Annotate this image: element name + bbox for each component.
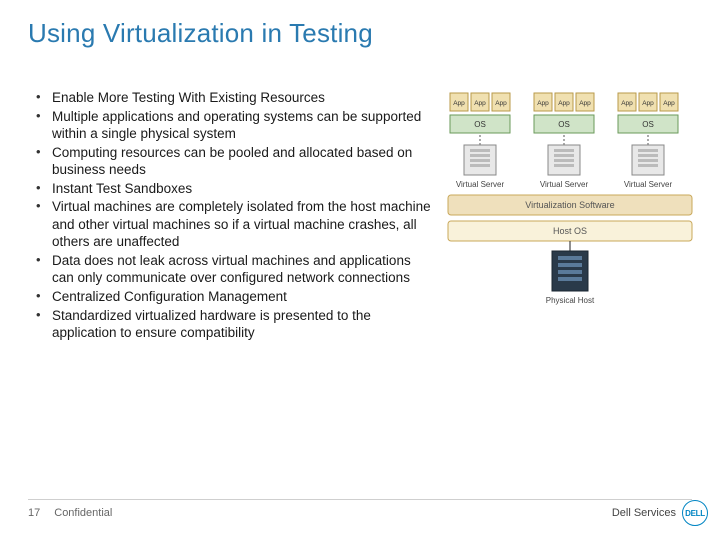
virtualization-software-label: Virtualization Software [525,200,614,210]
os-label: OS [558,120,570,129]
bullet-item: Enable More Testing With Existing Resour… [34,89,436,107]
app-label: App [453,100,465,107]
virtual-server-label: Virtual Server [540,180,589,189]
os-label: OS [474,120,486,129]
app-label: App [579,100,591,107]
os-label: OS [642,120,654,129]
app-label: App [474,100,486,107]
physical-host-icon [552,251,588,291]
host-os-label: Host OS [553,226,587,236]
slide-title: Using Virtualization in Testing [28,18,692,49]
bullet-item: Instant Test Sandboxes [34,180,436,198]
physical-host-label: Physical Host [546,296,595,305]
confidential-label: Confidential [54,507,112,519]
app-label: App [621,100,633,107]
bullet-item: Multiple applications and operating syst… [34,108,436,143]
brand-text: Dell Services [612,507,676,519]
content-area: Enable More Testing With Existing Resour… [28,89,692,343]
server-icon [464,145,496,175]
virtualization-diagram: OS App App App OS App [444,89,696,319]
bullet-item: Standardized virtualized hardware is pre… [34,307,436,342]
virtual-server-label: Virtual Server [456,180,505,189]
bullet-item: Computing resources can be pooled and al… [34,144,436,179]
virtual-server-label: Virtual Server [624,180,673,189]
server-icon [632,145,664,175]
server-icon [548,145,580,175]
dell-logo-icon: DELL [682,500,708,526]
page-number: 17 [28,507,40,519]
footer: 17 Confidential Dell Services DELL [28,500,708,526]
bullet-list: Enable More Testing With Existing Resour… [28,89,436,343]
app-label: App [663,100,675,107]
app-label: App [537,100,549,107]
app-label: App [558,100,570,107]
app-label: App [642,100,654,107]
bullet-item: Virtual machines are completely isolated… [34,198,436,251]
bullet-item: Data does not leak across virtual machin… [34,252,436,287]
bullet-item: Centralized Configuration Management [34,288,436,306]
app-label: App [495,100,507,107]
